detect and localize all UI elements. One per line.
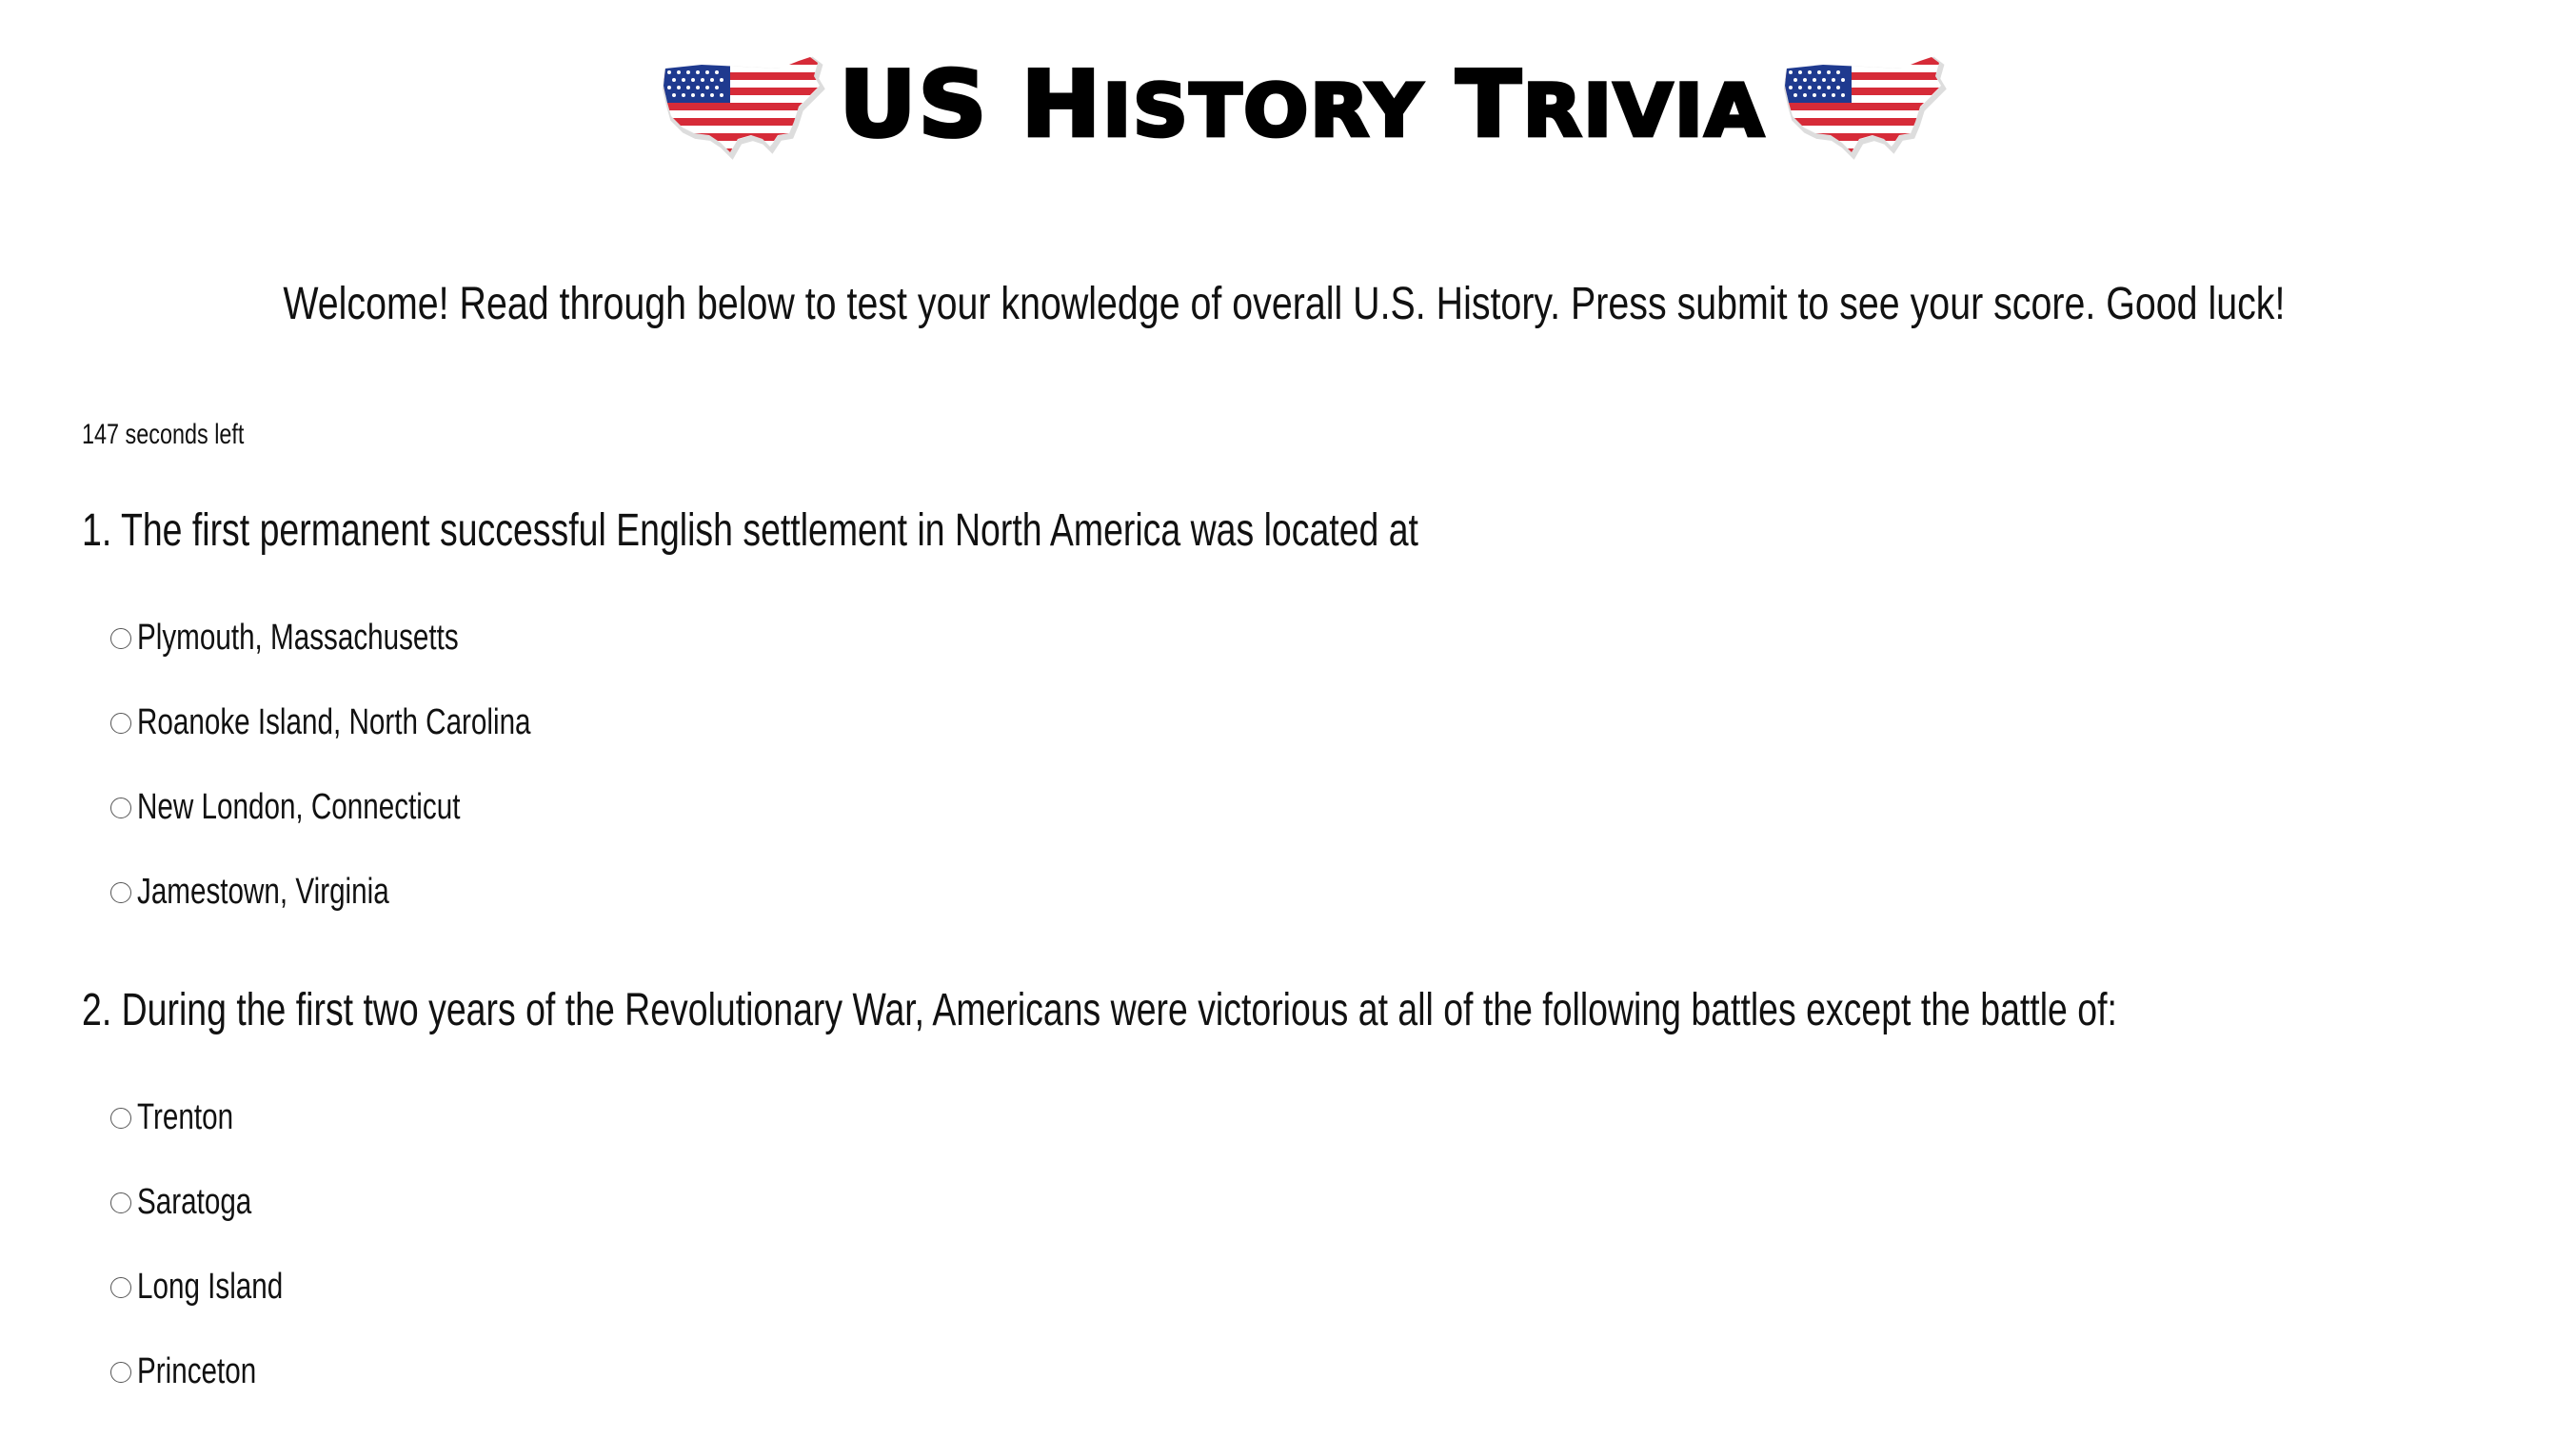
title-part-rivia: RIVIA — [1521, 69, 1766, 153]
question-1-text: 1. The first permanent successful Englis… — [82, 505, 1418, 556]
q1-option-2[interactable]: Roanoke Island, North Carolina — [110, 702, 642, 743]
option-label: Princeton — [137, 1351, 257, 1391]
radio-button[interactable] — [110, 1192, 131, 1213]
option-label: Jamestown, Virginia — [137, 872, 389, 912]
q2-option-2[interactable]: Saratoga — [110, 1182, 284, 1223]
option-label: Trenton — [137, 1097, 234, 1137]
radio-button[interactable] — [110, 797, 131, 818]
title-group: US HISTORY TRIVIA — [656, 48, 1948, 162]
q2-option-1[interactable]: Trenton — [110, 1097, 261, 1138]
page-title: US HISTORY TRIVIA — [837, 57, 1766, 153]
title-part-istory: ISTORY — [1100, 69, 1424, 153]
welcome-message: Welcome! Read through below to test your… — [283, 279, 2286, 329]
option-label: Roanoke Island, North Carolina — [137, 702, 531, 742]
title-part-us: US — [837, 50, 989, 158]
us-flag-map-icon-right — [1783, 56, 1947, 160]
radio-button[interactable] — [110, 1276, 131, 1298]
q2-option-4[interactable]: Princeton — [110, 1351, 290, 1392]
option-label: New London, Connecticut — [137, 787, 461, 827]
radio-button[interactable] — [110, 881, 131, 903]
radio-button[interactable] — [110, 1361, 131, 1383]
q2-option-3[interactable]: Long Island — [110, 1267, 325, 1308]
q1-option-4[interactable]: Jamestown, Virginia — [110, 872, 460, 913]
option-label: Saratoga — [137, 1182, 252, 1222]
question-2-text: 2. During the first two years of the Rev… — [82, 985, 2117, 1035]
option-label: Plymouth, Massachusetts — [137, 618, 459, 658]
radio-button[interactable] — [110, 627, 131, 649]
title-part-t: T — [1454, 50, 1523, 158]
q1-option-3[interactable]: New London, Connecticut — [110, 787, 551, 828]
title-part-h: H — [1020, 50, 1103, 158]
option-label: Long Island — [137, 1267, 284, 1307]
countdown-timer: 147 seconds left — [82, 419, 245, 450]
radio-button[interactable] — [110, 712, 131, 734]
q1-option-1[interactable]: Plymouth, Massachusetts — [110, 618, 549, 659]
page-header: US HISTORY TRIVIA — [0, 48, 2576, 162]
us-flag-map-icon-left — [663, 56, 826, 160]
radio-button[interactable] — [110, 1107, 131, 1129]
